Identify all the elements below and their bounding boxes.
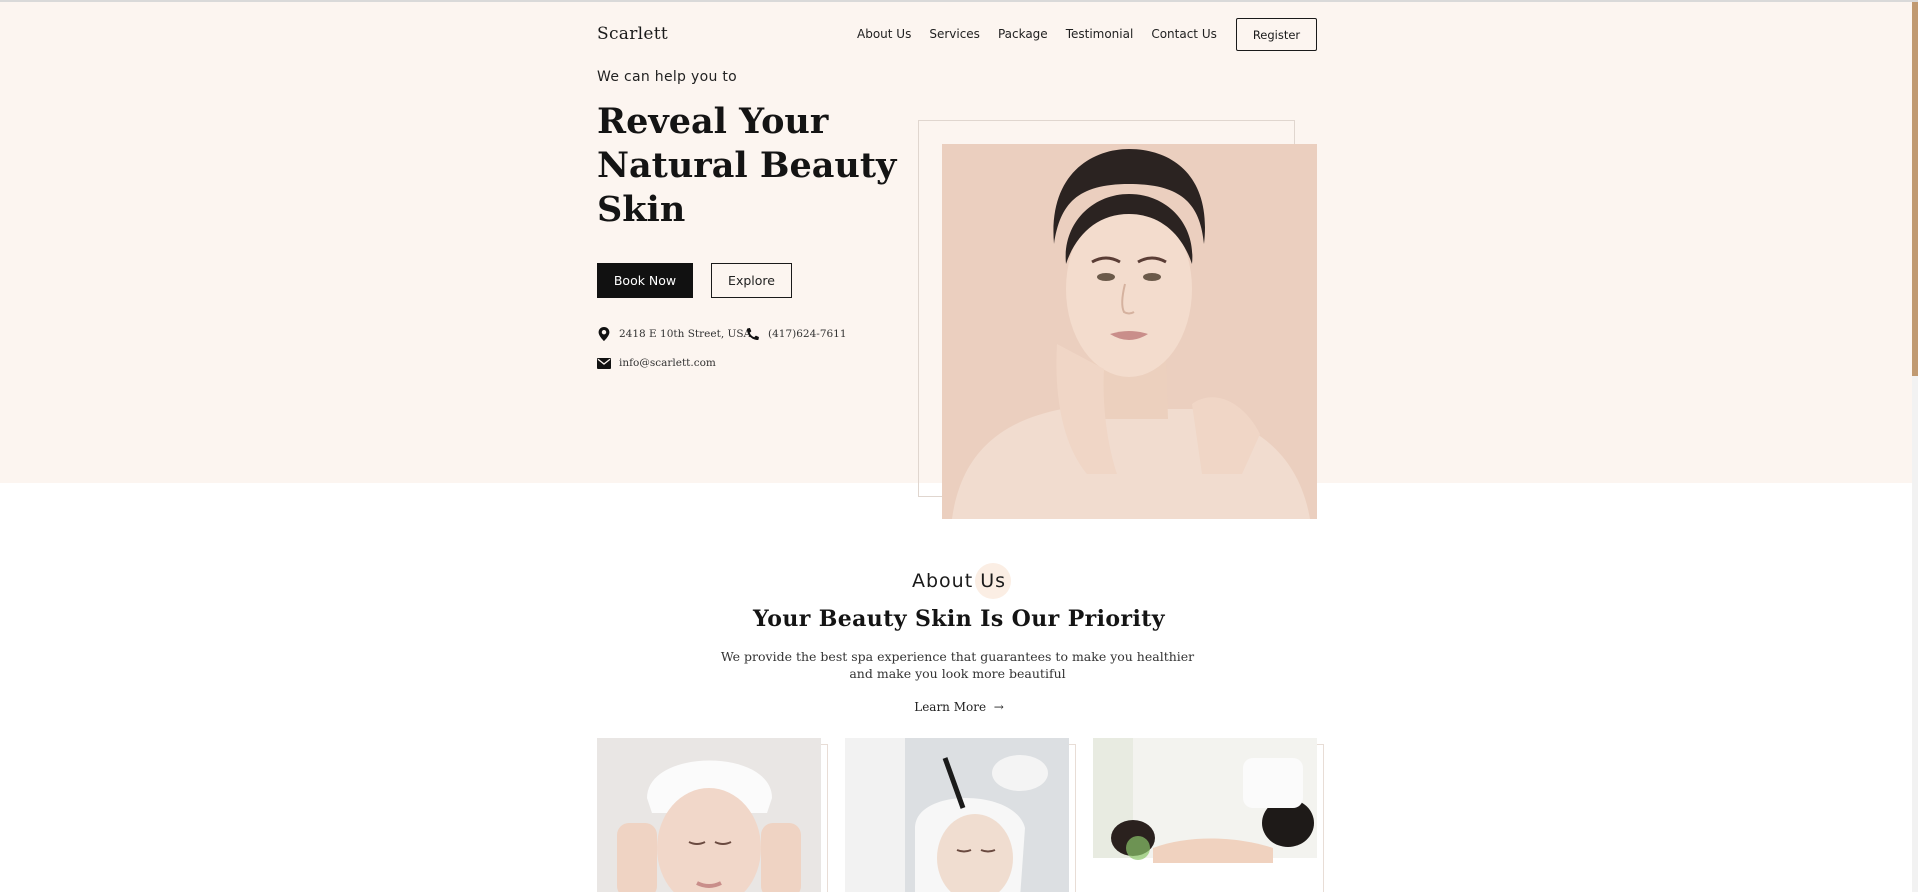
nav-testimonial[interactable]: Testimonial [1066, 27, 1134, 41]
about-section-description: We provide the best spa experience that … [720, 649, 1195, 681]
envelope-icon [597, 356, 611, 370]
phone-info: (417)624-7611 [746, 327, 847, 341]
location-pin-icon [597, 327, 611, 341]
address-info: 2418 E 10th Street, USA [597, 327, 751, 341]
nav-contact-us[interactable]: Contact Us [1151, 27, 1217, 41]
hero-eyebrow: We can help you to [597, 69, 738, 85]
nav-services[interactable]: Services [929, 27, 980, 41]
about-section-tag: About Us [911, 570, 1007, 592]
hero-portrait-photo [942, 144, 1317, 519]
book-now-button[interactable]: Book Now [597, 263, 693, 298]
nav-about-us[interactable]: About Us [857, 27, 911, 41]
email-text[interactable]: info@scarlett.com [619, 357, 716, 369]
about-section-title: Your Beauty Skin Is Our Priority [753, 606, 1165, 632]
phone-icon [746, 327, 760, 341]
register-button[interactable]: Register [1236, 18, 1317, 51]
nav-package[interactable]: Package [998, 27, 1048, 41]
explore-button[interactable]: Explore [711, 263, 792, 298]
address-text: 2418 E 10th Street, USA [619, 328, 752, 340]
main-nav: About Us Services Package Testimonial Co… [857, 27, 1217, 41]
brand-logo[interactable]: Scarlett [597, 24, 668, 44]
scrollbar-thumb[interactable] [1912, 2, 1918, 376]
phone-text[interactable]: (417)624-7611 [768, 328, 847, 340]
hero-headline: Reveal Your Natural Beauty Skin [597, 101, 897, 230]
facial-care-photo[interactable] [597, 738, 821, 892]
skin-treatment-photo[interactable] [845, 738, 1069, 892]
arrow-right-icon: → [989, 700, 1004, 714]
learn-more-label: Learn More [914, 700, 987, 714]
email-info: info@scarlett.com [597, 356, 716, 370]
massage-photo[interactable] [1093, 738, 1317, 892]
learn-more-link[interactable]: Learn More → [0, 700, 1918, 714]
